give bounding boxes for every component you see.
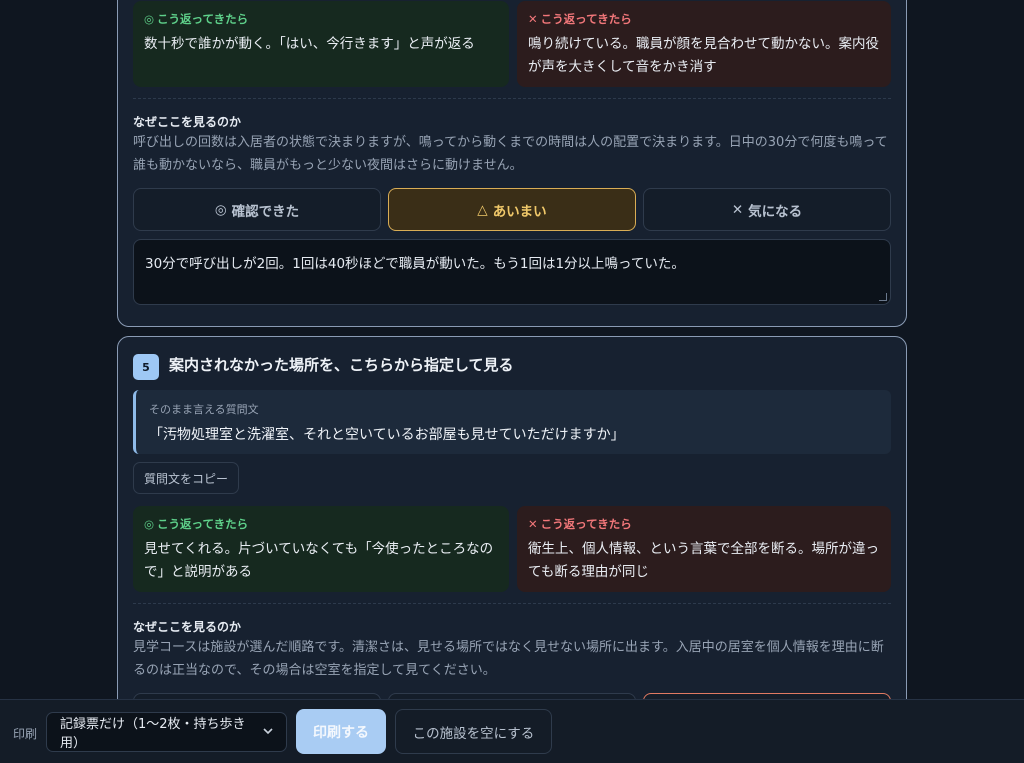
checklist-card-4: ◎ こう返ってきたら 数十秒で誰かが動く。「はい、今行きます」と声が返る ✕ こ… xyxy=(117,0,907,327)
note-textarea[interactable]: 30分で呼び出しが2回。1回は40秒ほどで職員が動いた。もう1回は1分以上鳴って… xyxy=(133,239,891,305)
why-text: 見学コースは施設が選んだ順路です。清潔さは、見せる場所ではなく見せない場所に出ま… xyxy=(133,640,884,678)
double-circle-icon: ◎ xyxy=(214,201,227,218)
copy-question-button[interactable]: 質問文をコピー xyxy=(133,462,239,494)
divider xyxy=(133,98,891,99)
chevron-down-icon xyxy=(263,727,273,738)
page-viewport: ◎ こう返ってきたら 数十秒で誰かが動く。「はい、今行きます」と声が返る ✕ こ… xyxy=(0,0,1024,763)
cross-icon: ✕ xyxy=(731,201,744,218)
resize-grip-icon[interactable] xyxy=(879,293,887,301)
clear-facility-button[interactable]: この施設を空にする xyxy=(395,709,552,754)
bad-response-text: 衛生上、個人情報、という言葉で全部を断る。場所が違っても断る理由が同じ xyxy=(528,541,879,580)
bad-response-box: ✕ こう返ってきたら 鳴り続けている。職員が顔を見合わせて動かない。案内役が声を… xyxy=(517,1,891,87)
good-response-box: ◎ こう返ってきたら 見せてくれる。片づいていなくても「今使ったところなので」と… xyxy=(133,506,509,592)
divider xyxy=(133,603,891,604)
double-circle-icon: ◎ xyxy=(144,517,155,531)
good-response-label: ◎ こう返ってきたら xyxy=(144,517,249,531)
print-button[interactable]: 印刷する xyxy=(296,709,386,754)
bad-response-text: 鳴り続けている。職員が顔を見合わせて動かない。案内役が声を大きくして音をかき消す xyxy=(528,36,879,75)
bad-response-label: ✕ こう返ってきたら xyxy=(528,12,632,26)
good-response-label: ◎ こう返ってきたら xyxy=(144,12,249,26)
print-mode-select[interactable]: 記録票だけ（1〜2枚・持ち歩き用） xyxy=(46,712,287,752)
cross-icon: ✕ xyxy=(528,12,538,26)
question-quote: そのまま言える質問文 「汚物処理室と洗濯室、それと空いているお部屋も見せていただ… xyxy=(133,390,891,454)
checklist-card-5: 5 案内されなかった場所を、こちらから指定して見る そのまま言える質問文 「汚物… xyxy=(117,336,907,736)
double-circle-icon: ◎ xyxy=(144,12,155,26)
quote-label: そのまま言える質問文 xyxy=(149,403,259,416)
cross-icon: ✕ xyxy=(528,517,538,531)
why-title: なぜここを見るのか xyxy=(133,620,242,634)
step-number-badge: 5 xyxy=(133,354,159,380)
step-title: 案内されなかった場所を、こちらから指定して見る xyxy=(169,356,514,374)
bad-response-box: ✕ こう返ってきたら 衛生上、個人情報、という言葉で全部を断る。場所が違っても断… xyxy=(517,506,891,592)
bad-response-label: ✕ こう返ってきたら xyxy=(528,517,632,531)
good-response-text: 見せてくれる。片づいていなくても「今使ったところなので」と説明がある xyxy=(144,541,494,580)
why-title: なぜここを見るのか xyxy=(133,115,242,129)
why-text: 呼び出しの回数は入居者の状態で決まりますが、鳴ってから動くまでの時間は人の配置で… xyxy=(133,135,888,173)
good-response-text: 数十秒で誰かが動く。「はい、今行きます」と声が返る xyxy=(144,36,475,52)
good-response-box: ◎ こう返ってきたら 数十秒で誰かが動く。「はい、今行きます」と声が返る xyxy=(133,1,509,87)
print-label: 印刷 xyxy=(13,727,38,741)
quote-text: 「汚物処理室と洗濯室、それと空いているお部屋も見せていただけますか」 xyxy=(149,427,625,443)
triangle-icon: △ xyxy=(477,201,488,218)
print-toolbar: 印刷 記録票だけ（1〜2枚・持ち歩き用） 印刷する この施設を空にする xyxy=(0,699,1024,763)
print-mode-value: 記録票だけ（1〜2枚・持ち歩き用） xyxy=(60,717,246,751)
status-ambiguous-button[interactable]: △ あいまい xyxy=(388,188,636,231)
status-concern-button[interactable]: ✕ 気になる xyxy=(643,188,891,231)
status-confirmed-button[interactable]: ◎ 確認できた xyxy=(133,188,381,231)
